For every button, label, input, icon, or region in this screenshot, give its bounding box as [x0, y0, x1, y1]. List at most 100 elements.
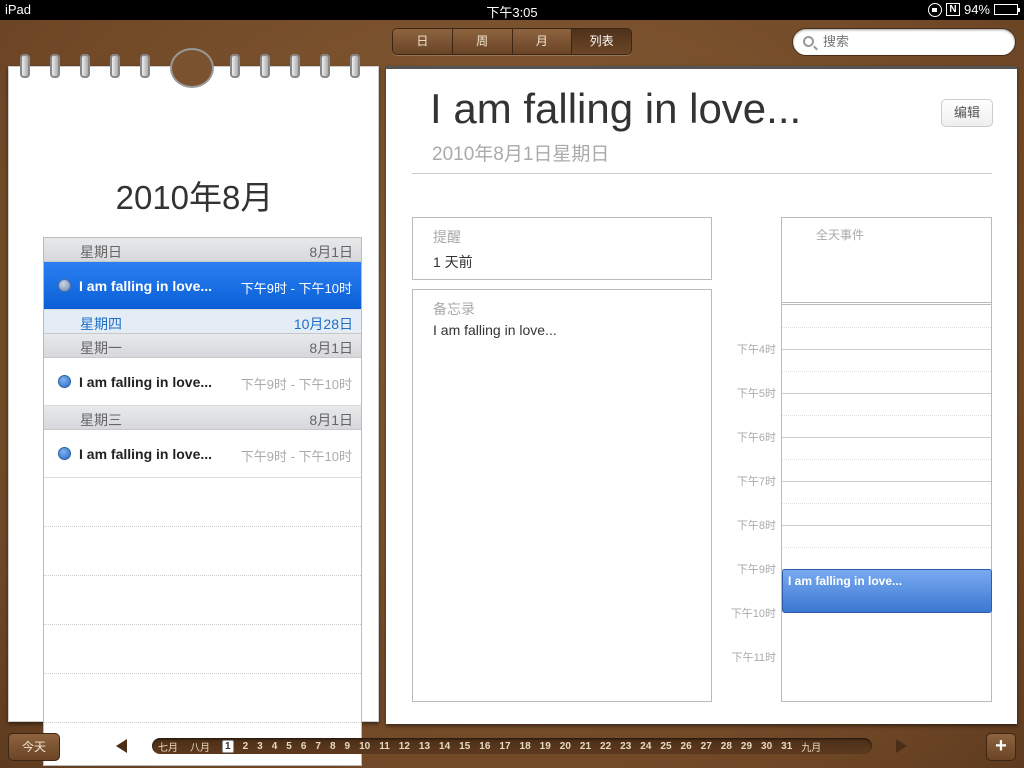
divider [412, 173, 992, 174]
strip-day[interactable]: 14 [439, 741, 450, 752]
half-hour-line [782, 503, 991, 504]
event-row-time: 下午9时 - 下午10时 [240, 281, 352, 296]
event-row-title: I am falling in love... [79, 278, 213, 294]
hour-label: 下午9时 [736, 564, 776, 576]
strip-day[interactable]: 8 [330, 741, 336, 752]
strip-day[interactable]: 27 [701, 741, 712, 752]
hour-label: 下午8时 [736, 520, 776, 532]
strip-day[interactable]: 10 [359, 741, 370, 752]
hour-label: 下午4时 [736, 344, 776, 356]
list-page: 2010年8月 星期日 8月1日 I am falling in love... 下午… [8, 66, 379, 766]
day-header-date: 8月1日 [309, 340, 353, 356]
today-button[interactable]: 今天 [8, 733, 60, 761]
strip-day[interactable]: 15 [459, 741, 470, 752]
all-day-divider [782, 302, 991, 305]
event-row-time: 下午9时 - 下午10时 [240, 449, 352, 464]
strip-month-next[interactable]: 九月 [801, 739, 821, 754]
strip-day[interactable]: 25 [660, 741, 671, 752]
n-icon: N [945, 3, 960, 16]
reminder-label: 提醒 [433, 229, 461, 245]
strip-day[interactable]: 6 [301, 741, 307, 752]
status-icons: N 94% [927, 2, 1020, 17]
day-header-weekday: 星期四 [80, 316, 122, 332]
strip-day[interactable]: 12 [399, 741, 410, 752]
tab-month[interactable]: 月 [512, 29, 573, 54]
strip-day[interactable]: 19 [540, 741, 551, 752]
edit-button[interactable]: 编辑 [941, 99, 993, 127]
add-event-button[interactable]: + [986, 733, 1016, 761]
day-header: 星期日 8月1日 [44, 238, 361, 262]
strip-day[interactable]: 17 [499, 741, 510, 752]
empty-row [44, 478, 361, 527]
timeline-event[interactable]: I am falling in love... [782, 569, 992, 613]
hour-label: 下午11时 [731, 652, 776, 664]
notes-value: I am falling in love... [433, 322, 557, 338]
binder-ring [230, 54, 240, 78]
battery-percent: 94% [963, 2, 990, 17]
strip-day[interactable]: 23 [620, 741, 631, 752]
search-box[interactable] [792, 28, 1016, 56]
half-hour-line [782, 327, 991, 328]
hour-line [782, 349, 991, 350]
next-arrow-icon[interactable] [896, 739, 907, 753]
event-row[interactable]: I am falling in love... 下午9时 - 下午10时 [44, 262, 361, 310]
strip-day[interactable]: 28 [721, 741, 732, 752]
empty-row [44, 625, 361, 674]
calendar-dot-icon [58, 447, 71, 460]
hour-label: 下午10时 [730, 608, 776, 620]
rotation-lock-icon [927, 2, 942, 17]
strip-day[interactable]: 3 [257, 741, 263, 752]
search-input[interactable] [823, 34, 1003, 49]
strip-day[interactable]: 22 [600, 741, 611, 752]
strip-month-current[interactable]: 八月 [190, 739, 210, 754]
strip-day[interactable]: 7 [315, 741, 321, 752]
event-row[interactable]: I am falling in love... 下午9时 - 下午10时 [44, 430, 361, 478]
hour-line [782, 525, 991, 526]
strip-day[interactable]: 30 [761, 741, 772, 752]
strip-day[interactable]: 18 [520, 741, 531, 752]
status-bar: iPad 下午3:05 N 94% [0, 0, 1024, 20]
tab-list[interactable]: 列表 [572, 29, 631, 54]
binder-ring [140, 54, 150, 78]
event-list: 星期日 8月1日 I am falling in love... 下午9时 - 下午1… [43, 237, 362, 766]
search-icon [803, 36, 814, 47]
strip-day[interactable]: 11 [379, 741, 390, 752]
strip-day[interactable]: 26 [681, 741, 692, 752]
strip-day[interactable]: 1 [222, 739, 234, 753]
device-name: iPad [5, 2, 32, 17]
day-header-weekday: 星期日 [80, 244, 122, 260]
day-strip[interactable]: 七月 八月 1 2 3 4 5 6 7 8 9 10 11 12 13 14 15 16 17 18 19 20 21 22 2… [152, 738, 872, 754]
reminder-value: 1 天前 [433, 254, 473, 270]
event-title: I am falling in love... [430, 85, 802, 132]
strip-day[interactable]: 2 [243, 741, 249, 752]
hour-line [782, 393, 991, 394]
strip-day[interactable]: 24 [640, 741, 651, 752]
strip-day[interactable]: 20 [560, 741, 571, 752]
strip-day[interactable]: 21 [580, 741, 591, 752]
hour-label: 下午6时 [736, 432, 776, 444]
day-header-date: 10月28日 [293, 316, 353, 332]
event-row-title: I am falling in love... [79, 446, 213, 462]
strip-day[interactable]: 16 [479, 741, 490, 752]
strip-day[interactable]: 31 [781, 741, 792, 752]
half-hour-line [782, 547, 991, 548]
day-timeline[interactable]: 全天事件 I am falling in love... [781, 217, 992, 702]
binder-ring [50, 54, 60, 78]
clock: 下午3:05 [486, 5, 538, 20]
tab-day[interactable]: 日 [393, 29, 453, 54]
tab-week[interactable]: 周 [452, 29, 513, 54]
all-day-label: 全天事件 [816, 228, 865, 242]
event-row[interactable]: I am falling in love... 下午9时 - 下午10时 [44, 358, 361, 406]
strip-day[interactable]: 13 [419, 741, 430, 752]
reminder-box[interactable]: 提醒 1 天前 [412, 217, 712, 280]
notes-box[interactable]: 备忘录 I am falling in love... [412, 289, 712, 702]
day-header: 星期一 8月1日 [44, 334, 361, 358]
empty-row [44, 674, 361, 723]
strip-day[interactable]: 4 [272, 741, 278, 752]
prev-arrow-icon[interactable] [116, 739, 127, 753]
strip-month-prev[interactable]: 七月 [158, 739, 178, 754]
strip-day[interactable]: 29 [741, 741, 752, 752]
strip-day[interactable]: 5 [286, 741, 292, 752]
strip-day[interactable]: 9 [345, 741, 351, 752]
view-segmented-control: 日 周 月 列表 [392, 28, 632, 55]
